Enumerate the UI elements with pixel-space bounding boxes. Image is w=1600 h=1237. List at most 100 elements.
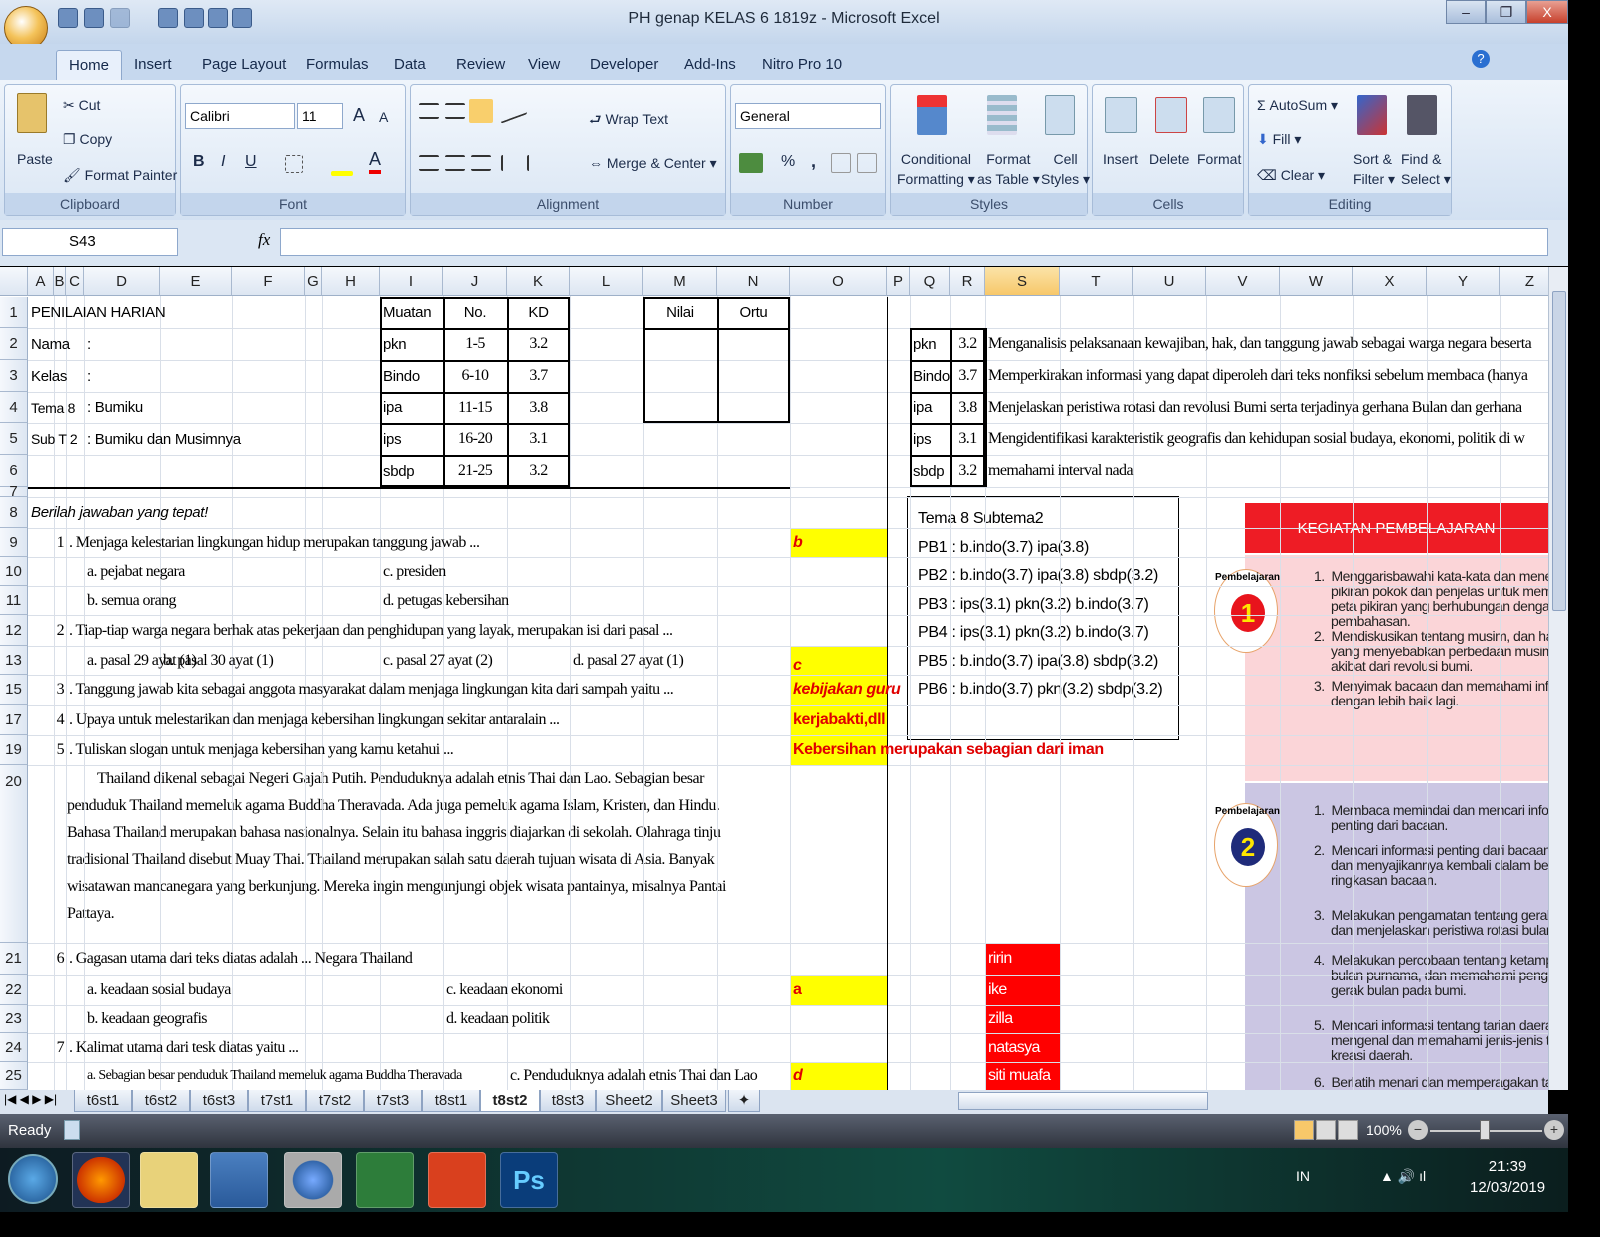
column-header-u[interactable]: U [1133,267,1206,296]
cell-s5[interactable]: Mengidentifikasi karakteristik geografis… [985,423,1525,455]
select-all-button[interactable] [0,267,28,296]
cell-e13[interactable]: b. pasal 30 ayat (1) [160,646,274,675]
tab-nitro-pro-10[interactable]: Nitro Pro 10 [750,50,854,80]
start-button[interactable] [8,1154,58,1204]
merge-center-button[interactable]: ⇔ Merge & Center ▾ [589,155,717,172]
lesson-plan-textbox[interactable]: Tema 8 Subtema2 PB1 : b.indo(3.7) ipa(3.8… [907,496,1179,740]
sheet-tab-t6st2[interactable]: t6st2 [132,1090,190,1112]
decrease-indent-icon[interactable] [501,155,521,171]
cell-d3[interactable]: : [84,360,91,392]
increase-indent-icon[interactable] [527,155,547,171]
cell-o17[interactable]: kerjabakti,dll [790,705,886,735]
cell-s2[interactable]: Menganalisis pelaksanaan kewajiban, hak,… [985,328,1532,360]
sheet-tab-t8st3[interactable]: t8st3 [540,1090,596,1112]
delete-cells-button[interactable]: Delete [1149,151,1189,167]
normal-view-icon[interactable] [1294,1120,1314,1140]
row-header-23[interactable]: 23 [0,1005,28,1033]
fill-color-icon[interactable] [331,171,353,176]
cell-i2[interactable]: pkn [380,328,407,360]
row-header-5[interactable]: 5 [0,423,28,455]
column-header-n[interactable]: N [717,267,790,296]
row-header-11[interactable]: 11 [0,586,28,615]
font-name-select[interactable]: Calibri [185,103,295,129]
cell-a5[interactable]: Sub T 2 [28,423,78,455]
cell-q2[interactable]: pkn [910,328,937,360]
insert-cells-button[interactable]: Insert [1103,151,1138,167]
font-color-button[interactable]: A [369,149,382,174]
tab-view[interactable]: View [516,50,572,80]
page-break-view-icon[interactable] [1338,1120,1358,1140]
zoom-out-button[interactable]: − [1408,1120,1428,1140]
cell-r2[interactable]: 3.2 [950,328,985,360]
cell-c9[interactable]: . Menjaga kelestarian lingkungan hidup m… [66,528,480,557]
increase-decimal-icon[interactable] [831,153,851,173]
cell-o22[interactable]: a [790,975,802,1005]
cell-b24[interactable]: 7 [54,1033,66,1062]
align-left-icon[interactable] [419,155,439,171]
media-player-icon[interactable] [210,1152,268,1208]
cell-r5[interactable]: 3.1 [950,423,985,455]
sheet-tab-t7st2[interactable]: t7st2 [306,1090,364,1112]
cell-o13[interactable]: c [790,646,802,675]
row-header-25[interactable]: 25 [0,1062,28,1090]
column-header-g[interactable]: G [305,267,322,296]
cell-i6[interactable]: sbdp [380,455,415,487]
column-header-x[interactable]: X [1353,267,1427,296]
macro-record-icon[interactable] [64,1120,80,1140]
cell-s22[interactable]: ike [985,975,1007,1005]
cell-q4[interactable]: ipa [910,392,932,423]
decrease-decimal-icon[interactable] [857,153,877,173]
row-header-10[interactable]: 10 [0,557,28,586]
firefox-icon[interactable] [72,1152,130,1208]
column-header-h[interactable]: H [322,267,380,296]
cell-o9[interactable]: b [790,528,803,557]
cell-b21[interactable]: 6 [54,943,66,975]
align-middle-icon[interactable] [445,103,465,119]
name-box[interactable]: S43 [2,228,178,256]
cell-d5[interactable]: : Bumiku dan Musimnya [84,423,241,455]
bold-button[interactable]: B [193,153,205,171]
cell-a4[interactable]: Tema 8 [28,392,75,423]
cell-a8[interactable]: Berilah jawaban yang tepat! [28,497,208,528]
nitro-pdf-icon[interactable] [428,1152,486,1208]
sheet-tab-t6st1[interactable]: t6st1 [74,1090,132,1112]
cell-b19[interactable]: 5 [54,735,66,765]
cell-d11[interactable]: b. semua orang [84,586,177,615]
row-header-21[interactable]: 21 [0,943,28,975]
sheet-tab-t7st3[interactable]: t7st3 [364,1090,422,1112]
cell-i10[interactable]: c. presiden [380,557,446,586]
cell-r6[interactable]: 3.2 [950,455,985,487]
percent-button[interactable]: % [781,153,795,171]
sheet-tab-t8st1[interactable]: t8st1 [422,1090,480,1112]
column-header-i[interactable]: I [380,267,443,296]
sheet-tab-sheet3[interactable]: Sheet3 [662,1090,726,1112]
shrink-font-button[interactable]: A [379,109,388,125]
column-header-c[interactable]: C [66,267,84,296]
cell-j23[interactable]: d. keadaan politik [443,1005,550,1033]
copy-button[interactable]: ❐ Copy [63,131,112,148]
cell-n1[interactable]: Ortu [717,297,790,328]
column-header-s[interactable]: S [985,267,1060,296]
cell-s23[interactable]: zilla [985,1005,1013,1033]
cell-l13[interactable]: d. pasal 27 ayat (1) [570,646,684,675]
grow-font-button[interactable]: A [353,105,365,126]
italic-button[interactable]: I [221,153,225,171]
cell-b17[interactable]: 4 [54,705,66,735]
orientation-icon[interactable] [501,98,527,124]
currency-icon[interactable] [739,153,763,173]
cell-o25[interactable]: d [790,1062,803,1090]
cell-i3[interactable]: Bindo [380,360,420,392]
scroll-thumb[interactable] [1552,291,1566,611]
cell-s24[interactable]: natasya [985,1033,1040,1062]
cell-k2[interactable]: 3.2 [507,328,570,360]
column-header-f[interactable]: F [232,267,305,296]
help-icon[interactable]: ? [1472,50,1490,68]
cut-button[interactable]: ✂ Cut [63,97,100,114]
zoom-in-button[interactable]: + [1544,1120,1564,1140]
cell-c24[interactable]: . Kalimat utama dari tesk diatas yaitu .… [66,1033,299,1062]
font-size-select[interactable]: 11 [297,103,343,129]
column-header-d[interactable]: D [84,267,160,296]
chrome-icon[interactable] [284,1152,342,1208]
cell-d23[interactable]: b. keadaan geografis [84,1005,208,1033]
tab-data[interactable]: Data [382,50,438,80]
